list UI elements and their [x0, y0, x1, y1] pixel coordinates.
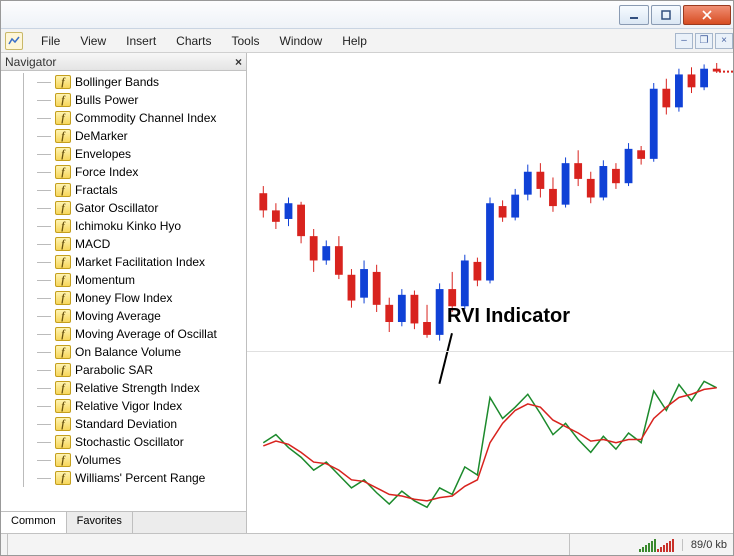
navigator-close-icon[interactable]: × [235, 55, 242, 69]
function-icon: f [55, 75, 71, 89]
menu-charts[interactable]: Charts [166, 30, 221, 52]
indicator-label: Volumes [75, 453, 121, 467]
indicator-label: Parabolic SAR [75, 363, 153, 377]
indicator-label: Fractals [75, 183, 118, 197]
function-icon: f [55, 327, 71, 341]
function-icon: f [55, 363, 71, 377]
function-icon: f [55, 345, 71, 359]
indicator-label: Money Flow Index [75, 291, 172, 305]
mdi-close-button[interactable]: × [715, 33, 733, 49]
minimize-button[interactable] [619, 5, 649, 25]
indicator-label: Force Index [75, 165, 138, 179]
indicator-label: Standard Deviation [75, 417, 177, 431]
chart-area[interactable]: RVI Indicator [247, 53, 733, 533]
indicator-label: Ichimoku Kinko Hyo [75, 219, 181, 233]
function-icon: f [55, 381, 71, 395]
menu-view[interactable]: View [70, 30, 116, 52]
mdi-minimize-button[interactable]: – [675, 33, 693, 49]
indicator-item[interactable]: f Momentum [1, 271, 246, 289]
indicator-label: Gator Oscillator [75, 201, 158, 215]
menu-window[interactable]: Window [270, 30, 333, 52]
navigator-header: Navigator × [1, 53, 246, 71]
indicator-item[interactable]: f Money Flow Index [1, 289, 246, 307]
rvi-indicator-chart [247, 351, 733, 533]
indicator-label: Market Facilitation Index [75, 255, 205, 269]
navigator-tree[interactable]: f Bollinger Bands f Bulls Power f Commodity C… [1, 71, 246, 511]
close-button[interactable] [683, 5, 731, 25]
indicator-item[interactable]: f MACD [1, 235, 246, 253]
indicator-item[interactable]: f Ichimoku Kinko Hyo [1, 217, 246, 235]
indicator-label: On Balance Volume [75, 345, 181, 359]
indicator-item[interactable]: f Gator Oscillator [1, 199, 246, 217]
indicator-label: Relative Vigor Index [75, 399, 182, 413]
indicator-item[interactable]: f Volumes [1, 451, 246, 469]
candlestick-chart [247, 53, 733, 351]
indicator-item[interactable]: f Parabolic SAR [1, 361, 246, 379]
indicator-item[interactable]: f Force Index [1, 163, 246, 181]
indicator-item[interactable]: f Bollinger Bands [1, 73, 246, 91]
indicator-item[interactable]: f Relative Strength Index [1, 379, 246, 397]
mdi-restore-button[interactable]: ❐ [695, 33, 713, 49]
function-icon: f [55, 471, 71, 485]
indicator-item[interactable]: f Moving Average [1, 307, 246, 325]
indicator-item[interactable]: f Relative Vigor Index [1, 397, 246, 415]
navigator-title: Navigator [5, 55, 56, 69]
menu-file[interactable]: File [31, 30, 70, 52]
window-titlebar [1, 1, 733, 29]
indicator-label: Commodity Channel Index [75, 111, 216, 125]
indicator-item[interactable]: f Williams' Percent Range [1, 469, 246, 487]
function-icon: f [55, 435, 71, 449]
tab-common[interactable]: Common [1, 512, 67, 533]
function-icon: f [55, 183, 71, 197]
indicator-label: Williams' Percent Range [75, 471, 205, 485]
indicator-label: Moving Average of Oscillat [75, 327, 217, 341]
indicator-item[interactable]: f Standard Deviation [1, 415, 246, 433]
menu-tools[interactable]: Tools [222, 30, 270, 52]
menu-insert[interactable]: Insert [116, 30, 166, 52]
function-icon: f [55, 399, 71, 413]
function-icon: f [55, 291, 71, 305]
navigator-panel: Navigator × f Bollinger Bands f Bulls Power… [1, 53, 247, 533]
indicator-label: Moving Average [75, 309, 161, 323]
function-icon: f [55, 237, 71, 251]
indicator-item[interactable]: f Commodity Channel Index [1, 109, 246, 127]
indicator-item[interactable]: f DeMarker [1, 127, 246, 145]
indicator-label: Relative Strength Index [75, 381, 200, 395]
indicator-label: Stochastic Oscillator [75, 435, 184, 449]
indicator-label: Momentum [75, 273, 135, 287]
indicator-item[interactable]: f Envelopes [1, 145, 246, 163]
navigator-tabs: Common Favorites [1, 511, 246, 533]
app-icon [5, 32, 23, 50]
function-icon: f [55, 273, 71, 287]
tab-favorites[interactable]: Favorites [67, 512, 133, 533]
function-icon: f [55, 129, 71, 143]
function-icon: f [55, 417, 71, 431]
indicator-item[interactable]: f Market Facilitation Index [1, 253, 246, 271]
indicator-label: MACD [75, 237, 110, 251]
status-network: 89/0 kb [682, 539, 727, 551]
function-icon: f [55, 111, 71, 125]
connection-bars-icon [639, 538, 674, 552]
indicator-label: Bollinger Bands [75, 75, 159, 89]
indicator-item[interactable]: f Bulls Power [1, 91, 246, 109]
indicator-label: DeMarker [75, 129, 128, 143]
function-icon: f [55, 219, 71, 233]
status-bar: 89/0 kb [1, 533, 733, 555]
maximize-button[interactable] [651, 5, 681, 25]
function-icon: f [55, 93, 71, 107]
function-icon: f [55, 309, 71, 323]
menu-bar: File View Insert Charts Tools Window Hel… [1, 29, 733, 53]
indicator-label: Bulls Power [75, 93, 138, 107]
function-icon: f [55, 165, 71, 179]
function-icon: f [55, 201, 71, 215]
indicator-item[interactable]: f Fractals [1, 181, 246, 199]
indicator-item[interactable]: f Moving Average of Oscillat [1, 325, 246, 343]
indicator-item[interactable]: f Stochastic Oscillator [1, 433, 246, 451]
indicator-label: Envelopes [75, 147, 131, 161]
function-icon: f [55, 147, 71, 161]
function-icon: f [55, 255, 71, 269]
indicator-item[interactable]: f On Balance Volume [1, 343, 246, 361]
function-icon: f [55, 453, 71, 467]
menu-help[interactable]: Help [332, 30, 377, 52]
